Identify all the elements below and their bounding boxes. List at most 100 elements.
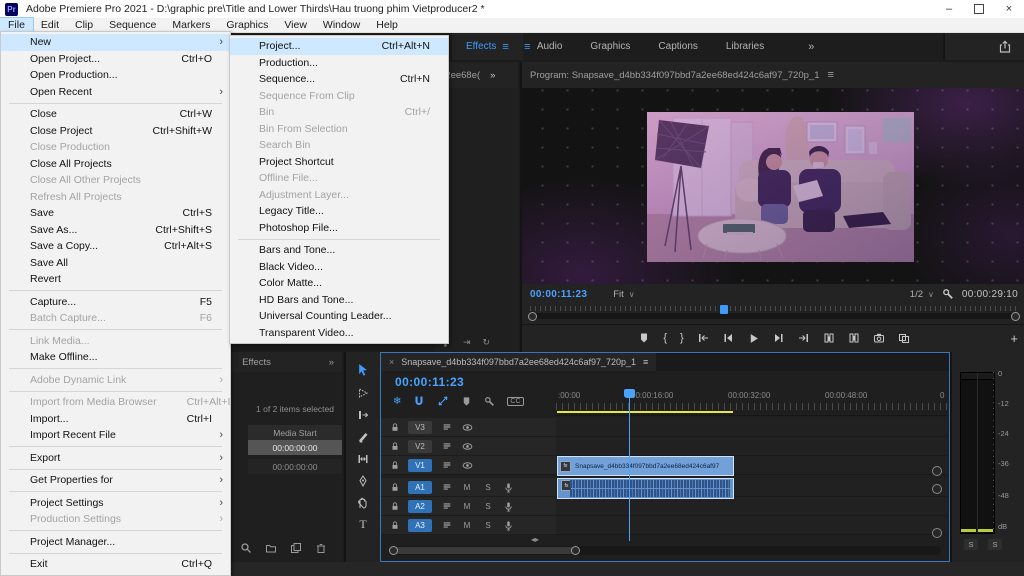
menubar-item[interactable]: Graphics [218, 18, 276, 32]
menubar-item[interactable]: Help [368, 18, 406, 32]
track-lock-icon[interactable] [390, 501, 400, 511]
timeline-ruler[interactable]: :00:00 00:00:16:00 00:00:32:00 00:00:48:… [556, 389, 947, 416]
new-submenu-item[interactable]: Search Bin [230, 137, 448, 154]
track-lane-a3[interactable] [556, 516, 947, 535]
file-menu-item[interactable]: Revert [1, 271, 230, 288]
export-frame-icon[interactable] [873, 332, 885, 344]
file-menu-item[interactable]: Close Production [1, 139, 230, 156]
file-menu-item[interactable]: Open Recent [1, 84, 230, 101]
file-menu-item[interactable]: Link Media... [1, 333, 230, 350]
program-panel-menu-icon[interactable]: ≡ [827, 69, 833, 81]
file-menu-item[interactable] [9, 391, 222, 392]
track-target-button[interactable]: V2 [408, 440, 432, 453]
timeline-vertical-scroll-handle[interactable] [932, 484, 942, 494]
track-lane-a2[interactable] [556, 497, 947, 516]
new-submenu-item[interactable]: Production... [230, 55, 448, 72]
video-track-header[interactable]: V3 [381, 418, 556, 437]
menubar-item[interactable]: Window [315, 18, 368, 32]
track-target-button[interactable]: A1 [408, 481, 432, 494]
file-menu-item[interactable]: Export [1, 450, 230, 467]
file-menu-item[interactable]: Make Offline... [1, 349, 230, 366]
menubar-item[interactable]: Sequence [101, 18, 164, 32]
sync-lock-icon[interactable] [442, 422, 452, 432]
file-menu-item[interactable] [9, 553, 222, 554]
file-menu-item[interactable]: Save As... Ctrl+Shift+S [1, 222, 230, 239]
scrubber-track[interactable] [530, 313, 1018, 319]
new-submenu-item[interactable]: Universal Counting Leader... [230, 308, 448, 325]
zoom-level-dropdown[interactable]: Fit ∨ [613, 289, 634, 300]
timeline-horizontal-scrollbar[interactable] [389, 546, 941, 555]
project-tab-overflow-icon[interactable]: » [329, 357, 334, 368]
file-menu-item[interactable]: Close Project Ctrl+Shift+W [1, 123, 230, 140]
file-menu-item[interactable]: Import... Ctrl+I [1, 411, 230, 428]
video-track-header[interactable]: V1 [381, 456, 556, 475]
menubar-item[interactable]: View [276, 18, 315, 32]
workspace-tab[interactable]: Audio ≡ [523, 33, 577, 60]
effects-panel-menu-icon[interactable]: ≡ [524, 41, 530, 53]
video-clip[interactable]: fx Snapsave_d4bb334f097bbd7a2ee68ed424c6… [557, 456, 734, 476]
video-track-header[interactable]: V2 [381, 437, 556, 456]
file-menu-item[interactable] [9, 290, 222, 291]
button-editor-plus-icon[interactable]: + [1010, 331, 1018, 346]
source-tab-overflow-icon[interactable]: » [490, 70, 495, 81]
type-tool-icon[interactable]: T [359, 518, 366, 531]
file-menu-item[interactable]: Exit Ctrl+Q [1, 556, 230, 573]
solo-button[interactable]: S [482, 521, 494, 530]
sync-lock-icon[interactable] [442, 482, 452, 492]
audio-track-header[interactable]: A2 M S [381, 497, 556, 516]
audio-track-header[interactable]: A3 M S [381, 516, 556, 535]
nest-snowflake-icon[interactable]: ❄ [393, 396, 401, 407]
new-submenu-item[interactable]: Legacy Title... [230, 203, 448, 220]
loop-icon[interactable]: ↻ [483, 337, 491, 348]
new-submenu-item[interactable]: HD Bars and Tone... [230, 292, 448, 309]
track-visibility-eye-icon[interactable] [462, 422, 473, 433]
file-menu-item[interactable]: Adobe Dynamic Link [1, 372, 230, 389]
workspace-tab[interactable]: Captions ≡ [644, 33, 711, 60]
sync-lock-icon[interactable] [442, 501, 452, 511]
new-bin-folder-icon[interactable] [265, 542, 277, 554]
track-lane-v2[interactable] [556, 437, 947, 456]
playback-resolution-dropdown[interactable]: 1/2 ∨ [910, 289, 934, 300]
file-menu-item[interactable]: New [1, 34, 230, 51]
scrubber-left-handle[interactable] [528, 312, 537, 321]
scrubber-right-handle[interactable] [1011, 312, 1020, 321]
audio-clip[interactable]: fx [557, 478, 734, 499]
track-target-button[interactable]: A2 [408, 500, 432, 513]
menubar-item[interactable]: Markers [164, 18, 218, 32]
menubar-item[interactable]: File [0, 18, 33, 32]
file-menu-item[interactable] [9, 491, 222, 492]
track-lock-icon[interactable] [390, 460, 400, 470]
project-row-media-start[interactable]: 00:00:00:00 [248, 459, 342, 474]
timeline-settings-wrench-icon[interactable] [484, 396, 495, 407]
file-menu-item[interactable] [9, 469, 222, 470]
new-submenu-item[interactable]: Project Shortcut [230, 154, 448, 171]
menubar-item[interactable]: Clip [67, 18, 101, 32]
track-target-button[interactable]: V3 [408, 421, 432, 434]
ripple-edit-tool-icon[interactable] [357, 409, 369, 421]
track-lane-v3[interactable] [556, 418, 947, 437]
file-menu-item[interactable]: Save a Copy... Ctrl+Alt+S [1, 238, 230, 255]
track-lock-icon[interactable] [390, 482, 400, 492]
track-target-button[interactable]: A3 [408, 519, 432, 532]
track-select-tool-icon[interactable] [357, 387, 369, 399]
file-menu-item[interactable]: Project Settings [1, 495, 230, 512]
file-menu-item[interactable] [9, 103, 222, 104]
new-submenu-item[interactable]: Transparent Video... [230, 325, 448, 342]
meter-solo-right-button[interactable]: S [988, 539, 1002, 550]
new-submenu-item[interactable]: Sequence From Clip [230, 88, 448, 105]
new-submenu-item[interactable]: Black Video... [230, 259, 448, 276]
file-menu-item[interactable] [9, 530, 222, 531]
search-icon[interactable] [240, 542, 252, 554]
workspace-tab[interactable]: Graphics ≡ [576, 33, 644, 60]
skip-icon[interactable]: ⇥ [463, 337, 471, 348]
voiceover-mic-icon[interactable] [503, 501, 514, 512]
file-menu-item[interactable]: Close All Other Projects [1, 172, 230, 189]
close-tab-icon[interactable]: × [389, 357, 394, 367]
scrollbar-thumb[interactable] [391, 547, 577, 554]
new-submenu-item[interactable]: Bin Ctrl+/ [230, 104, 448, 121]
program-scrubber[interactable] [530, 306, 1018, 320]
file-menu-item[interactable]: Refresh All Projects [1, 189, 230, 206]
extract-icon[interactable] [848, 332, 860, 344]
program-playhead-handle[interactable] [720, 305, 728, 314]
file-menu-item[interactable] [9, 329, 222, 330]
